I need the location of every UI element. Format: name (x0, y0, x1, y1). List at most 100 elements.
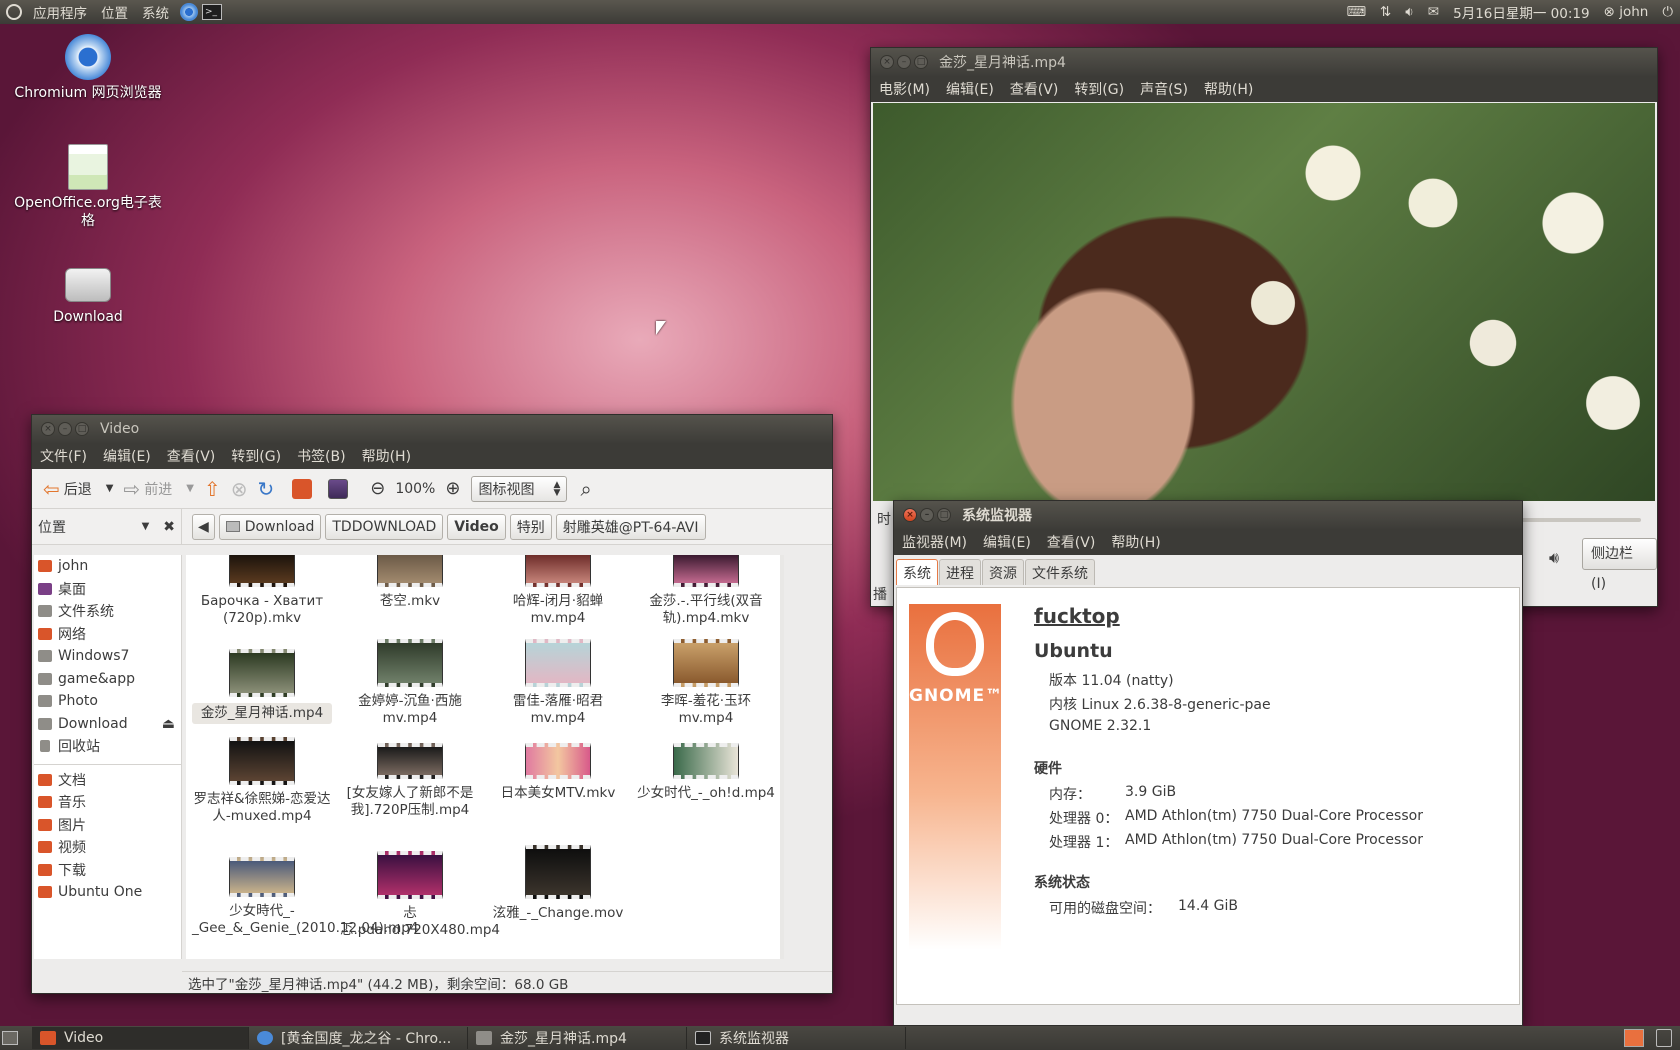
chevron-down-icon[interactable]: ▼ (142, 521, 150, 532)
file-item[interactable]: 少女時代_-_Gee_&_Genie_(2010.12.04).mp4 (192, 857, 418, 937)
applications-menu[interactable]: 应用程序 (26, 2, 94, 22)
reload-button[interactable]: ↻ (252, 477, 279, 501)
menu-help[interactable]: 帮助(H) (1196, 79, 1261, 99)
tab-processes[interactable]: 进程 (939, 559, 981, 585)
desktop-icon-spreadsheet[interactable]: OpenOffice.org电子表格 (13, 144, 163, 230)
chevron-down-icon[interactable]: ▼ (106, 483, 114, 494)
menu-view[interactable]: 查看(V) (1039, 532, 1104, 552)
menu-edit[interactable]: 编辑(E) (95, 446, 159, 466)
video-player-titlebar[interactable]: × – □ 金莎_星月神话.mp4 (871, 48, 1657, 76)
maximize-icon[interactable]: □ (937, 508, 951, 522)
taskbar-item-system-monitor[interactable]: 系统监视器 (687, 1027, 906, 1049)
place-item-trash[interactable]: 回收站 (34, 735, 181, 758)
breadcrumb-back-arrow[interactable]: ◀ (192, 513, 215, 540)
menu-sound[interactable]: 声音(S) (1132, 79, 1196, 99)
place-item-windows7[interactable]: Windows7 (34, 645, 181, 668)
up-button[interactable]: ⇧ (199, 477, 226, 501)
keyboard-icon[interactable]: ⌨ (1339, 4, 1373, 20)
bookmark-item-music[interactable]: 音乐 (34, 791, 181, 814)
tab-resources[interactable]: 资源 (982, 559, 1024, 585)
file-item[interactable]: 日本美女MTV.mkv (488, 743, 628, 802)
file-item[interactable]: 泫雅_-_Change.mov (488, 845, 628, 922)
file-item[interactable]: 忐忑.pdahd.720X480.mp4 (340, 851, 500, 939)
place-item-gameapp[interactable]: game&app (34, 668, 181, 691)
file-item[interactable]: 少女时代_-_oh!d.mp4 (636, 743, 776, 802)
maximize-icon[interactable]: □ (75, 422, 89, 436)
file-item[interactable]: [女友嫁人了新郎不是我].720P压制.mp4 (340, 743, 480, 819)
volume-icon[interactable]: 🔊︎ (1549, 548, 1559, 568)
menu-movie[interactable]: 电影(M) (871, 79, 938, 99)
zoom-out-button[interactable]: ⊖ (365, 478, 390, 499)
breadcrumb-video[interactable]: Video (447, 513, 506, 540)
minimize-icon[interactable]: – (897, 55, 911, 69)
system-menu[interactable]: 系统 (135, 2, 176, 22)
breadcrumb-download[interactable]: Download (218, 513, 322, 540)
system-monitor-titlebar[interactable]: × – □ 系统监视器 (894, 501, 1522, 529)
chromium-launcher-icon[interactable] (180, 3, 198, 21)
place-item-download[interactable]: Download ⏏ (34, 713, 181, 736)
menu-view[interactable]: 查看(V) (1002, 79, 1067, 99)
tab-filesystems[interactable]: 文件系统 (1025, 559, 1095, 585)
home-button[interactable] (287, 478, 323, 499)
computer-button[interactable] (323, 478, 359, 499)
tab-system[interactable]: 系统 (896, 559, 938, 585)
volume-icon[interactable]: 🔉︎ (1398, 4, 1421, 20)
workspace-switcher[interactable] (1624, 1029, 1644, 1047)
desktop-icon-chromium[interactable]: Chromium 网页浏览器 (13, 34, 163, 102)
place-item-network[interactable]: 网络 (34, 623, 181, 646)
bookmark-item-pictures[interactable]: 图片 (34, 814, 181, 837)
file-item[interactable]: 雷佳-落雁·昭君mv.mp4 (488, 639, 628, 727)
sidebar-button[interactable]: 侧边栏(I) (1582, 538, 1657, 592)
taskbar-item-chromium[interactable]: [黄金国度_龙之谷 - Chro... (249, 1027, 468, 1049)
trash-icon[interactable] (1656, 1029, 1672, 1047)
close-icon[interactable]: × (903, 508, 917, 522)
menu-view[interactable]: 查看(V) (159, 446, 224, 466)
taskbar-item-video-player[interactable]: 金莎_星月神话.mp4 (468, 1027, 687, 1049)
places-menu[interactable]: 位置 (94, 2, 135, 22)
breadcrumb-special[interactable]: 特别 (509, 513, 552, 540)
user-menu[interactable]: ⊗ john (1597, 4, 1656, 20)
file-item[interactable]: 哈辉-闭月·貂蝉mv.mp4 (488, 555, 628, 627)
file-item[interactable]: 金莎.-.平行线(双音轨).mp4.mkv (636, 555, 776, 627)
close-icon[interactable]: × (880, 55, 894, 69)
scrollbar[interactable] (780, 555, 784, 959)
bookmark-item-downloads[interactable]: 下载 (34, 859, 181, 882)
terminal-launcher-icon[interactable]: >_ (202, 4, 222, 20)
menu-help[interactable]: 帮助(H) (354, 446, 419, 466)
menu-bookmarks[interactable]: 书签(B) (289, 446, 354, 466)
bookmark-item-ubuntu-one[interactable]: Ubuntu One (34, 881, 181, 904)
menu-help[interactable]: 帮助(H) (1103, 532, 1168, 552)
menu-goto[interactable]: 转到(G) (1066, 79, 1132, 99)
stop-button[interactable]: ⊗ (226, 477, 253, 501)
chevron-down-icon[interactable]: ▼ (186, 483, 194, 494)
breadcrumb-shediao[interactable]: 射雕英雄@PT-64-AVI (555, 513, 706, 540)
ubuntu-logo-icon[interactable] (6, 4, 22, 20)
menu-monitor[interactable]: 监视器(M) (894, 532, 975, 552)
sidebar-title[interactable]: 位置 (38, 517, 66, 537)
search-button[interactable]: ⌕ (575, 477, 596, 501)
breadcrumb-tddownload[interactable]: TDDOWNLOAD (325, 513, 444, 540)
file-item[interactable]: 金婷婷-沉鱼·西施mv.mp4 (340, 639, 480, 727)
view-mode-select[interactable]: 图标视图 ▲ ▼ (471, 475, 568, 502)
file-item[interactable]: 李晖-羞花·玉环mv.mp4 (636, 639, 776, 727)
file-item[interactable]: 罗志祥&徐熙娣-恋爱达人-muxed.mp4 (192, 737, 332, 825)
mail-icon[interactable]: ✉ (1421, 4, 1446, 20)
clock[interactable]: 5月16日星期一 00:19 (1446, 2, 1596, 22)
power-icon[interactable]: ⏻ (1655, 4, 1680, 20)
file-item[interactable]: 苍空.mkv (340, 555, 480, 610)
network-icon[interactable]: ⇅ (1373, 4, 1398, 20)
taskbar-item-video[interactable]: Video (32, 1027, 249, 1049)
place-item-desktop[interactable]: 桌面 (34, 578, 181, 601)
place-item-home[interactable]: john (34, 555, 181, 578)
menu-edit[interactable]: 编辑(E) (938, 79, 1002, 99)
menu-file[interactable]: 文件(F) (32, 446, 95, 466)
zoom-in-button[interactable]: ⊕ (440, 478, 465, 499)
menu-goto[interactable]: 转到(G) (223, 446, 289, 466)
place-item-photo[interactable]: Photo (34, 690, 181, 713)
minimize-icon[interactable]: – (920, 508, 934, 522)
maximize-icon[interactable]: □ (914, 55, 928, 69)
file-manager-titlebar[interactable]: × – □ Video (32, 415, 832, 443)
close-icon[interactable]: × (41, 422, 55, 436)
show-desktop-icon[interactable] (2, 1031, 18, 1045)
forward-button[interactable]: ⇨ 前进 ▼ (118, 477, 198, 501)
